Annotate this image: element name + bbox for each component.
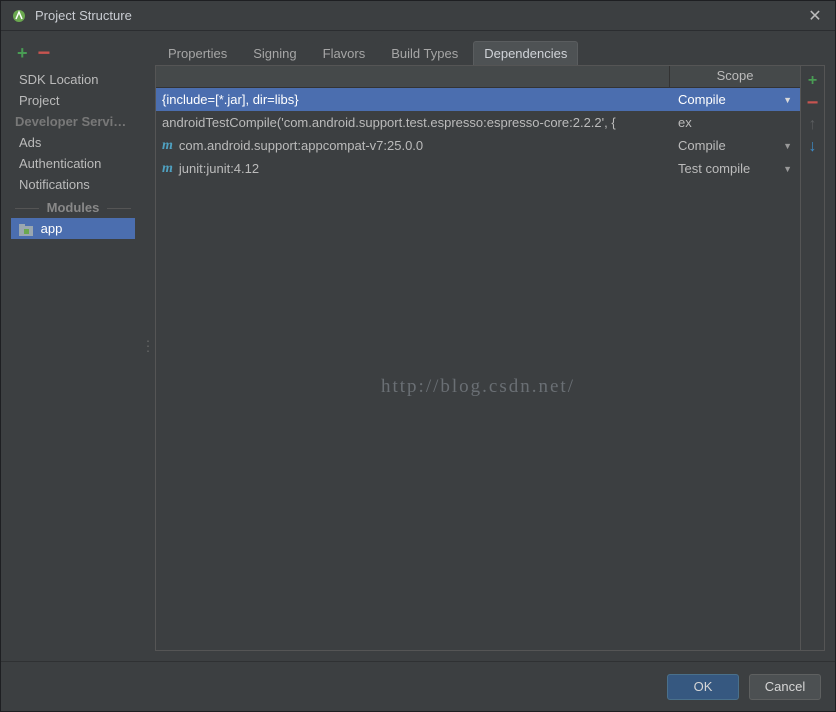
scope-dropdown[interactable]: Test compile ▼ <box>670 161 800 176</box>
sidebar-item-ads[interactable]: Ads <box>11 132 135 153</box>
remove-module-icon[interactable]: − <box>38 42 51 64</box>
dependency-name-cell: m com.android.support:appcompat-v7:25.0.… <box>156 138 670 154</box>
dependency-name-cell: {include=[*.jar], dir=libs} <box>156 92 670 107</box>
scope-dropdown[interactable]: ex <box>670 115 800 130</box>
dialog-footer: OK Cancel <box>1 661 835 711</box>
dialog-body: + − SDK Location Project Developer Servi… <box>1 31 835 661</box>
dependency-name: junit:junit:4.12 <box>179 161 259 176</box>
splitter[interactable] <box>143 41 147 651</box>
dependency-name-cell: androidTestCompile('com.android.support.… <box>156 115 670 130</box>
tab-properties[interactable]: Properties <box>157 41 238 65</box>
dependency-name: {include=[*.jar], dir=libs} <box>162 92 299 107</box>
android-studio-icon <box>11 8 27 24</box>
scope-value: Compile <box>678 138 726 153</box>
tab-build-types[interactable]: Build Types <box>380 41 469 65</box>
sidebar-item-app-module[interactable]: app <box>11 218 135 239</box>
column-header-name[interactable] <box>156 66 670 87</box>
module-label: app <box>41 221 63 236</box>
dependency-name: com.android.support:appcompat-v7:25.0.0 <box>179 138 423 153</box>
sidebar-header-developer-services: Developer Servic... <box>11 111 135 132</box>
sidebar-list: SDK Location Project Developer Servic...… <box>11 69 135 239</box>
chevron-down-icon: ▼ <box>783 141 792 151</box>
table-row[interactable]: {include=[*.jar], dir=libs} Compile ▼ <box>156 88 800 111</box>
window-title: Project Structure <box>35 8 805 23</box>
move-up-icon[interactable]: ↑ <box>803 114 823 136</box>
add-dependency-icon[interactable]: + <box>803 70 823 92</box>
maven-icon: m <box>162 138 173 154</box>
cancel-button[interactable]: Cancel <box>749 674 821 700</box>
remove-dependency-icon[interactable]: − <box>803 92 823 114</box>
table-row[interactable]: androidTestCompile('com.android.support.… <box>156 111 800 134</box>
column-header-scope[interactable]: Scope <box>670 66 800 87</box>
sidebar-item-notifications[interactable]: Notifications <box>11 174 135 195</box>
project-structure-dialog: Project Structure ✕ + − SDK Location Pro… <box>0 0 836 712</box>
table-body: {include=[*.jar], dir=libs} Compile ▼ an… <box>156 88 800 650</box>
tab-flavors[interactable]: Flavors <box>312 41 377 65</box>
scope-dropdown[interactable]: Compile ▼ <box>670 92 800 107</box>
dependency-name: androidTestCompile('com.android.support.… <box>162 115 616 130</box>
scope-value: Compile <box>678 92 726 107</box>
sidebar-item-project[interactable]: Project <box>11 90 135 111</box>
dependencies-content: Scope {include=[*.jar], dir=libs} Compil… <box>155 65 825 651</box>
sidebar-header-modules: Modules <box>11 197 135 218</box>
dependencies-toolbar: + − ↑ ↓ <box>800 66 824 650</box>
close-icon[interactable]: ✕ <box>805 6 825 26</box>
module-folder-icon <box>19 224 33 236</box>
sidebar: + − SDK Location Project Developer Servi… <box>11 41 135 651</box>
scope-dropdown[interactable]: Compile ▼ <box>670 138 800 153</box>
titlebar: Project Structure ✕ <box>1 1 835 31</box>
table-row[interactable]: m junit:junit:4.12 Test compile ▼ <box>156 157 800 180</box>
ok-button[interactable]: OK <box>667 674 739 700</box>
watermark: http://blog.csdn.net/ <box>156 376 800 398</box>
sidebar-item-sdk-location[interactable]: SDK Location <box>11 69 135 90</box>
add-module-icon[interactable]: + <box>17 44 28 62</box>
chevron-down-icon: ▼ <box>783 164 792 174</box>
tab-dependencies[interactable]: Dependencies <box>473 41 578 65</box>
chevron-down-icon: ▼ <box>783 95 792 105</box>
dependencies-table: Scope {include=[*.jar], dir=libs} Compil… <box>156 66 800 650</box>
maven-icon: m <box>162 161 173 177</box>
dependency-name-cell: m junit:junit:4.12 <box>156 161 670 177</box>
scope-value: Test compile <box>678 161 750 176</box>
sidebar-item-authentication[interactable]: Authentication <box>11 153 135 174</box>
move-down-icon[interactable]: ↓ <box>803 136 823 158</box>
table-row[interactable]: m com.android.support:appcompat-v7:25.0.… <box>156 134 800 157</box>
main-panel: Properties Signing Flavors Build Types D… <box>155 41 825 651</box>
table-header: Scope <box>156 66 800 88</box>
scope-value: ex <box>678 115 692 130</box>
tabs: Properties Signing Flavors Build Types D… <box>155 41 825 65</box>
tab-signing[interactable]: Signing <box>242 41 307 65</box>
sidebar-toolbar: + − <box>11 41 135 65</box>
